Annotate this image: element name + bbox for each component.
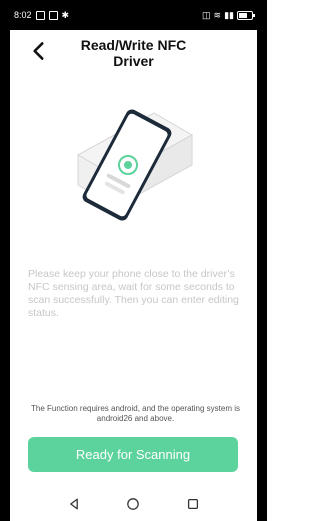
signal-icon: ▮▮ [224, 9, 234, 20]
app-frame: 8:02 ✱ ◫ ≋ ▮▮ Read/Write NFC Driver Plea… [0, 0, 267, 521]
notification-icon [35, 10, 45, 20]
bluetooth-icon: ✱ [61, 9, 70, 20]
status-time: 8:02 [14, 10, 32, 20]
triangle-back-icon[interactable] [64, 494, 84, 514]
nfc-icon: ◫ [202, 9, 211, 20]
system-nav-bar [10, 486, 257, 521]
status-right: ◫ ≋ ▮▮ [202, 9, 255, 21]
instruction-text: Please keep your phone close to the driv… [28, 268, 239, 319]
circle-home-icon[interactable] [123, 494, 143, 514]
square-recent-icon[interactable] [183, 494, 203, 514]
status-left: 8:02 ✱ [14, 10, 69, 21]
requirement-note: The Function requires android, and the o… [30, 404, 240, 423]
battery-icon [237, 10, 255, 20]
chevron-left-icon[interactable] [26, 38, 52, 64]
page-header: Read/Write NFC Driver [10, 30, 257, 76]
nfc-illustration [76, 109, 194, 221]
page-title: Read/Write NFC Driver [80, 37, 187, 69]
ready-for-scanning-button[interactable]: Ready for Scanning [28, 437, 238, 472]
image-icon [48, 10, 58, 20]
status-bar: 8:02 ✱ ◫ ≋ ▮▮ [10, 0, 257, 30]
wifi-icon: ≋ [213, 9, 222, 20]
